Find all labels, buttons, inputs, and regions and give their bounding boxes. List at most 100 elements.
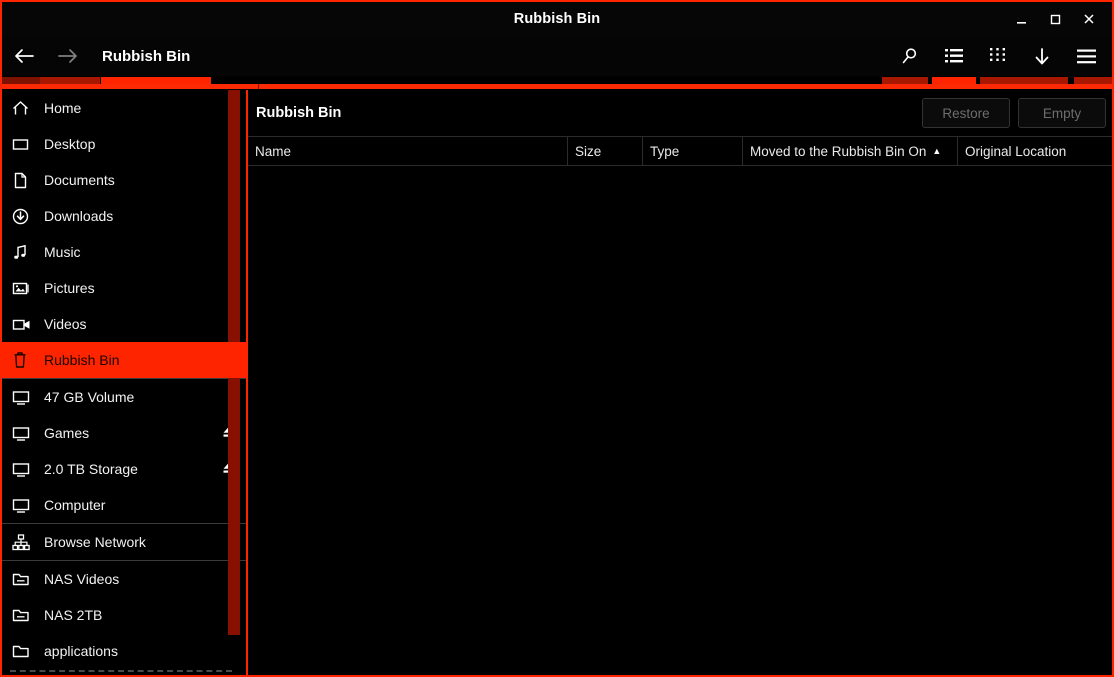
sidebar-item-label: Pictures [44, 280, 95, 296]
document-icon [12, 170, 38, 190]
sidebar-item-videos[interactable]: Videos [2, 306, 246, 342]
accent-segment [101, 77, 211, 84]
grid-view-button[interactable] [976, 36, 1020, 76]
toolbar-actions [888, 36, 1108, 76]
accent-strip [2, 76, 1112, 90]
column-header-label: Size [575, 143, 602, 159]
download-circle-icon [12, 206, 38, 226]
sidebar-item-desktop[interactable]: Desktop [2, 126, 246, 162]
sidebar-scrollbar-thumb-highlight[interactable] [228, 342, 240, 378]
column-header-size[interactable]: Size [568, 137, 643, 165]
empty-button[interactable]: Empty [1018, 98, 1106, 128]
sidebar-item-label: Documents [44, 172, 115, 188]
drive-icon [12, 459, 38, 479]
sidebar-item-label: NAS 2TB [44, 607, 103, 623]
sidebar-item-label: 2.0 TB Storage [44, 461, 138, 477]
sidebar-item-home[interactable]: Home [2, 90, 246, 126]
column-header-type[interactable]: Type [643, 137, 743, 165]
sidebar-device-computer[interactable]: Computer [2, 487, 246, 523]
main-pane: Rubbish Bin Restore Empty Name Size Type Mo… [248, 90, 1112, 675]
column-header-label: Moved to the Rubbish Bin On [750, 143, 927, 159]
search-button[interactable] [888, 36, 932, 76]
network-icon [12, 532, 38, 552]
file-manager-window: Rubbish Bin Rubbish Bin Home Desktop Doc… [0, 0, 1114, 677]
sidebar-network-section: Browse Network [2, 524, 246, 560]
accent-segment [1074, 77, 1112, 84]
sidebar-item-downloads[interactable]: Downloads [2, 198, 246, 234]
sort-ascending-icon: ▲ [932, 145, 942, 156]
sidebar-bookmarks-section: NAS Videos NAS 2TB applications [2, 561, 246, 669]
drive-icon [12, 387, 38, 407]
sidebar-item-label: 47 GB Volume [44, 389, 135, 405]
column-header-name[interactable]: Name [248, 137, 568, 165]
restore-button[interactable]: Restore [922, 98, 1010, 128]
sidebar-item-label: NAS Videos [44, 571, 120, 587]
sidebar-item-label: Videos [44, 316, 87, 332]
drive-icon [12, 495, 38, 515]
toolbar: Rubbish Bin [2, 36, 1112, 76]
sidebar-item-label: Games [44, 425, 90, 441]
picture-icon [12, 278, 38, 298]
hamburger-menu-button[interactable] [1064, 36, 1108, 76]
sidebar-device-2-0-tb-storage[interactable]: 2.0 TB Storage [2, 451, 246, 487]
close-button[interactable] [1072, 4, 1106, 34]
sidebar: Home Desktop Documents Downloads Music Pictur… [2, 90, 248, 675]
body: Home Desktop Documents Downloads Music Pictur… [2, 90, 1112, 675]
sidebar-item-label: Desktop [44, 136, 96, 152]
sidebar-item-label: Browse Network [44, 534, 146, 550]
accent-tick [258, 84, 259, 89]
sidebar-bookmark-nas-2tb[interactable]: NAS 2TB [2, 597, 246, 633]
minimize-button[interactable] [1004, 4, 1038, 34]
sidebar-item-documents[interactable]: Documents [2, 162, 246, 198]
sidebar-network-browse-network[interactable]: Browse Network [2, 524, 246, 560]
sidebar-places-section: Home Desktop Documents Downloads Music Pictur… [2, 90, 246, 378]
video-camera-icon [12, 314, 38, 334]
window-controls [1004, 2, 1106, 36]
sidebar-drop-indicator [10, 670, 232, 672]
title-bar: Rubbish Bin [2, 2, 1112, 36]
accent-segment [932, 77, 976, 84]
folder-icon [12, 641, 38, 661]
accent-segment [2, 77, 40, 84]
remote-folder-icon [12, 569, 38, 589]
sidebar-item-label: applications [44, 643, 118, 659]
accent-line [2, 84, 1112, 89]
sidebar-devices-section: 47 GB Volume Games 2.0 TB Storage Computer [2, 379, 246, 523]
rubbish-bin-actions: Restore Empty [922, 98, 1106, 128]
breadcrumb[interactable]: Rubbish Bin [102, 48, 190, 65]
sidebar-item-label: Downloads [44, 208, 114, 224]
desktop-icon [12, 134, 38, 154]
sidebar-device-games[interactable]: Games [2, 415, 246, 451]
window-title: Rubbish Bin [513, 11, 601, 27]
list-view-button[interactable] [932, 36, 976, 76]
sidebar-item-rubbish-bin[interactable]: Rubbish Bin [2, 342, 246, 378]
accent-segment [882, 77, 928, 84]
trash-icon [12, 350, 38, 370]
sidebar-bookmark-applications[interactable]: applications [2, 633, 246, 669]
file-list[interactable] [248, 166, 1112, 675]
drive-icon [12, 423, 38, 443]
music-note-icon [12, 242, 38, 262]
forward-button[interactable] [46, 36, 90, 76]
sidebar-device-47-gb-volume[interactable]: 47 GB Volume [2, 379, 246, 415]
sidebar-item-label: Music [44, 244, 81, 260]
column-headers: Name Size Type Moved to the Rubbish Bin On ▲… [248, 136, 1112, 166]
download-arrow-button[interactable] [1020, 36, 1064, 76]
column-header-moved-to-the-rubbish-bin-on[interactable]: Moved to the Rubbish Bin On ▲ [743, 137, 958, 165]
sidebar-item-label: Rubbish Bin [44, 352, 120, 368]
column-header-original-location[interactable]: Original Location [958, 137, 1112, 165]
main-header: Rubbish Bin Restore Empty [248, 90, 1112, 136]
maximize-button[interactable] [1038, 4, 1072, 34]
sidebar-bookmark-nas-videos[interactable]: NAS Videos [2, 561, 246, 597]
sidebar-item-label: Home [44, 100, 82, 116]
sidebar-item-pictures[interactable]: Pictures [2, 270, 246, 306]
column-header-label: Original Location [965, 143, 1067, 159]
column-header-label: Type [650, 143, 680, 159]
home-icon [12, 98, 38, 118]
sidebar-item-music[interactable]: Music [2, 234, 246, 270]
sidebar-item-label: Computer [44, 497, 106, 513]
accent-segment [40, 77, 100, 84]
remote-folder-icon [12, 605, 38, 625]
back-button[interactable] [2, 36, 46, 76]
accent-segment [980, 77, 1068, 84]
